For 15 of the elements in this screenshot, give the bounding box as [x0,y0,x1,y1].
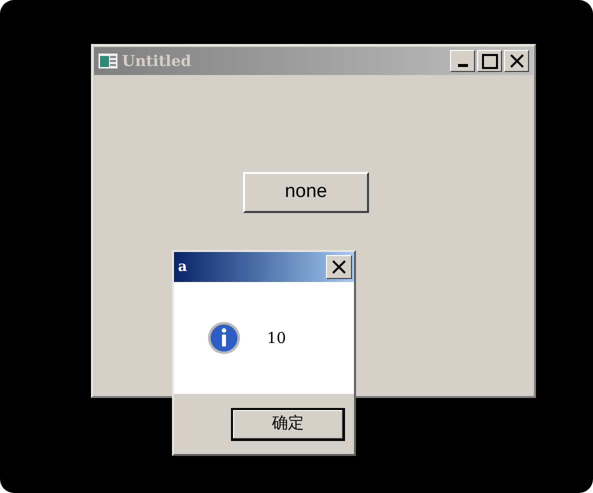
maximize-button[interactable] [477,50,502,72]
window-app-icon [98,52,118,70]
dialog-title: a [178,258,188,276]
close-button[interactable] [504,50,529,72]
info-icon [207,321,241,355]
none-button[interactable]: none [243,172,369,213]
close-icon [331,259,347,275]
window-title: Untitled [122,50,192,72]
close-icon [510,54,524,68]
ok-button[interactable]: 确定 [231,408,345,440]
maximize-icon [482,54,498,68]
minimize-button[interactable] [450,50,475,72]
dialog-close-button[interactable] [326,255,352,279]
minimize-icon [458,64,468,67]
message-text: 10 [267,328,286,349]
